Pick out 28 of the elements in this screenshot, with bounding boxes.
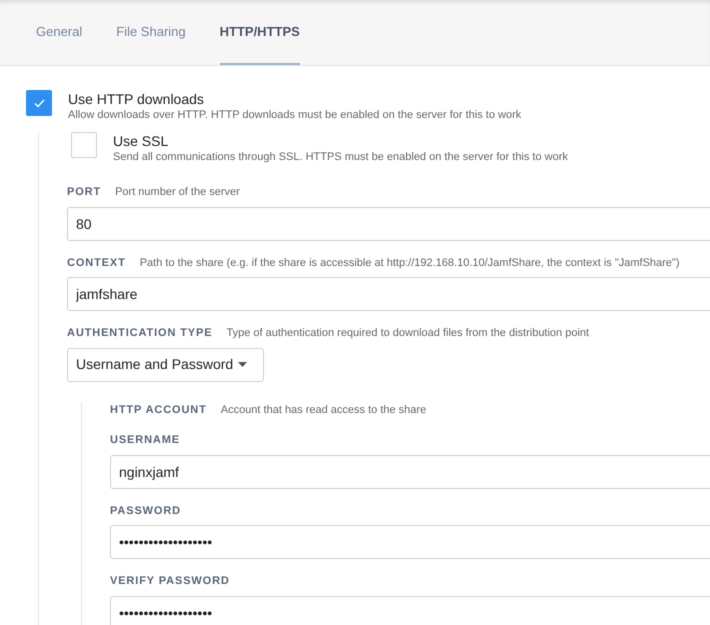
field-hint: Account that has read access to the share (220, 402, 426, 418)
input-field[interactable]: ••••••••••••••••••• (110, 596, 710, 625)
input-field[interactable]: 80 (67, 206, 710, 240)
authentication-dropdown[interactable]: Username and Password (67, 348, 264, 382)
checkbox-label: Use SSL (113, 133, 170, 150)
checkbox[interactable] (26, 90, 52, 116)
checkbox[interactable] (71, 132, 97, 158)
caret-icon (238, 362, 247, 367)
field-hint: Port number of the server (115, 185, 240, 200)
tab[interactable]: HTTP/HTTPS (220, 1, 300, 65)
field-label: VERIFY PASSWORD (110, 574, 230, 589)
checkmark-icon (34, 98, 44, 108)
tab[interactable]: File Sharing (116, 1, 186, 65)
input-field[interactable]: ••••••••••••••••••• (110, 525, 710, 559)
checkbox-description: Send all communications through SSL. HTTPS must be enabled on the server for this to work (113, 150, 568, 164)
field-label: PASSWORD (110, 504, 182, 518)
input-field[interactable]: jamfshare (67, 277, 710, 311)
field-label: PORT (67, 185, 102, 200)
checkbox-description: Allow downloads over HTTP. HTTP downloads must be enabled on the server for this to work (68, 108, 522, 122)
field-label: CONTEXT (67, 256, 126, 270)
field-label: HTTP ACCOUNT (110, 402, 207, 418)
checkbox-label: Use HTTP downloads (68, 91, 205, 108)
field-label: AUTHENTICATION TYPE (67, 326, 212, 341)
field-label: USERNAME (110, 433, 180, 448)
field-hint: Type of authentication required to download files from the distribution point (226, 326, 590, 341)
input-field[interactable]: nginxjamf (110, 454, 710, 488)
tab[interactable]: General (36, 1, 82, 65)
field-hint: Path to the share (e.g. if the share is accessible at http://192.168.10.10/JamfShare, the context is "JamfShare") (140, 256, 680, 270)
